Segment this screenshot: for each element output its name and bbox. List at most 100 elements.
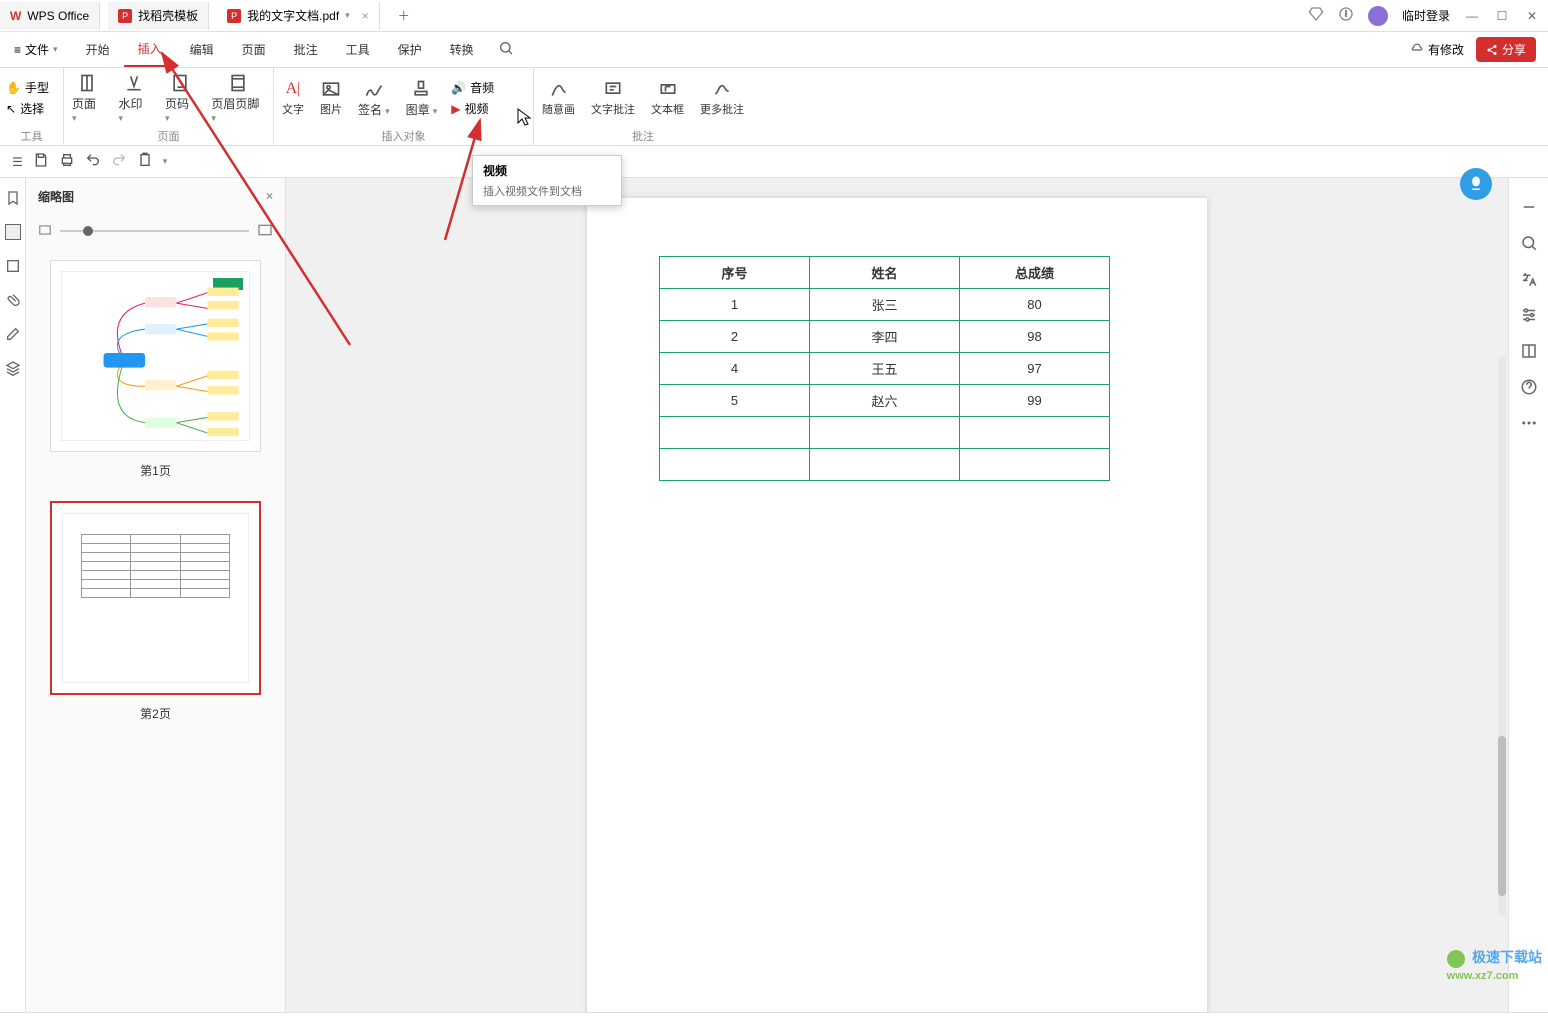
thumb-label-2: 第2页: [50, 705, 261, 722]
panel-zoom: [26, 214, 285, 248]
mindmap-preview: [62, 272, 249, 441]
zoom-out-icon[interactable]: [1520, 198, 1538, 216]
scrollbar-thumb[interactable]: [1498, 736, 1506, 896]
zoom-large-icon[interactable]: [257, 222, 273, 241]
maximize-icon[interactable]: ☐: [1494, 8, 1510, 24]
qat-print-icon[interactable]: [59, 152, 75, 171]
bookmark-icon[interactable]: [5, 190, 21, 206]
status-bar: ⟨ ⇤ ‹ › ⇥ ⊕ ⊖ ▾ − 70% + ⚙: [0, 1012, 1548, 1016]
more-annot-button[interactable]: 更多批注: [692, 68, 752, 128]
help-icon[interactable]: i: [1338, 6, 1354, 25]
textannot-button[interactable]: 文字批注: [583, 68, 643, 128]
watermark-url: www.xz7.com: [1447, 970, 1519, 982]
menu-tabs: 开始 插入 编辑 页面 批注 工具 保护 转换: [72, 32, 488, 67]
tab-page[interactable]: 页面: [228, 32, 280, 67]
table-header: 序号: [660, 257, 810, 289]
layers-icon[interactable]: [5, 360, 21, 376]
table-row: 2李四98: [660, 321, 1110, 353]
tooltip-title: 视频: [483, 162, 611, 179]
tab-edit[interactable]: 编辑: [176, 32, 228, 67]
ai-fab-button[interactable]: [1460, 168, 1492, 200]
file-menu[interactable]: ≡ 文件 ▾: [0, 32, 72, 67]
tab-label: 我的文字文档.pdf: [247, 7, 339, 24]
media-buttons: 🔊音频 ▶视频: [445, 68, 500, 128]
sync-status[interactable]: 有修改: [1410, 41, 1464, 58]
cursor-icon: [516, 107, 532, 127]
stamp-button[interactable]: 图章 ▾: [398, 68, 446, 128]
edit-icon[interactable]: [5, 326, 21, 342]
tab-convert[interactable]: 转换: [436, 32, 488, 67]
close-tab-icon[interactable]: ×: [362, 9, 369, 23]
thumb-table-preview: [81, 534, 230, 598]
qat-undo-icon[interactable]: [85, 152, 101, 171]
panel-close-icon[interactable]: ×: [266, 189, 273, 203]
sync-label: 有修改: [1428, 41, 1464, 58]
thumbnail-icon[interactable]: [5, 224, 21, 240]
qat-clipboard-icon[interactable]: [137, 152, 153, 171]
share-label: 分享: [1502, 41, 1526, 58]
qat-redo-icon[interactable]: [111, 152, 127, 171]
help-icon[interactable]: [1520, 378, 1538, 396]
close-icon[interactable]: ✕: [1524, 8, 1540, 24]
canvas[interactable]: 序号 姓名 总成绩 1张三80 2李四98 4王五97 5赵六99: [286, 178, 1508, 1012]
title-right: i 临时登录 — ☐ ✕: [1308, 6, 1540, 26]
tab-annotate[interactable]: 批注: [280, 32, 332, 67]
file-label: 文件: [25, 41, 49, 58]
chevron-down-icon[interactable]: ▾: [345, 10, 350, 21]
panel-header: 缩略图 ×: [26, 178, 285, 214]
search-icon[interactable]: [1520, 234, 1538, 252]
qat-more-icon[interactable]: ▾: [163, 156, 168, 167]
video-button[interactable]: ▶视频: [451, 100, 494, 117]
hand-tool-button[interactable]: ✋手型: [6, 79, 49, 96]
menu-search-icon[interactable]: [488, 40, 524, 59]
wps-logo-icon: W: [10, 9, 21, 23]
select-tool-button[interactable]: ↖选择: [6, 100, 49, 117]
attach-icon[interactable]: [5, 292, 21, 308]
diamond-icon[interactable]: [1308, 6, 1324, 25]
group-label: 页面: [64, 128, 273, 145]
outline-icon[interactable]: [5, 258, 21, 274]
read-icon[interactable]: [1520, 342, 1538, 360]
zoom-slider[interactable]: [60, 230, 249, 232]
tab-insert[interactable]: 插入: [124, 32, 176, 67]
headerfooter-button[interactable]: 页眉页脚 ▾: [203, 68, 273, 128]
qat-save-icon[interactable]: [33, 152, 49, 171]
panel-title: 缩略图: [38, 188, 74, 205]
text-button[interactable]: A|文字: [274, 68, 312, 128]
svg-text:i: i: [1345, 10, 1347, 19]
page-2: 序号 姓名 总成绩 1张三80 2李四98 4王五97 5赵六99: [587, 198, 1207, 1012]
pagenum-button[interactable]: 页码 ▾: [157, 68, 203, 128]
textbox-button[interactable]: 文本框: [643, 68, 692, 128]
sign-button[interactable]: 签名 ▾: [350, 68, 398, 128]
freedraw-button[interactable]: 随意画: [534, 68, 583, 128]
thumbnail-panel: 缩略图 ×: [26, 178, 286, 1012]
app-tab-template[interactable]: P 找稻壳模板: [108, 2, 209, 30]
more-icon[interactable]: [1520, 414, 1538, 432]
minimize-icon[interactable]: —: [1464, 8, 1480, 24]
watermark-logo-icon: [1447, 950, 1465, 968]
settings-icon[interactable]: [1520, 306, 1538, 324]
tab-start[interactable]: 开始: [72, 32, 124, 67]
page-button[interactable]: 页面 ▾: [64, 68, 110, 128]
watermark-button[interactable]: 水印 ▾: [110, 68, 156, 128]
thumbnail-page-1[interactable]: [50, 260, 261, 452]
tab-tools[interactable]: 工具: [332, 32, 384, 67]
thumbnail-page-2[interactable]: [50, 501, 261, 695]
audio-button[interactable]: 🔊音频: [451, 79, 494, 96]
document-table: 序号 姓名 总成绩 1张三80 2李四98 4王五97 5赵六99: [659, 256, 1110, 481]
share-button[interactable]: 分享: [1476, 37, 1536, 62]
qat-menu-icon[interactable]: ☰: [12, 155, 23, 169]
app-tab-document[interactable]: P 我的文字文档.pdf ▾ ×: [217, 2, 380, 30]
new-tab-button[interactable]: ＋: [388, 7, 420, 24]
username[interactable]: 临时登录: [1402, 7, 1450, 24]
app-tab-wps[interactable]: W WPS Office: [0, 2, 100, 30]
table-header: 总成绩: [960, 257, 1110, 289]
translate-icon[interactable]: [1520, 270, 1538, 288]
tab-protect[interactable]: 保护: [384, 32, 436, 67]
vertical-scrollbar[interactable]: [1498, 356, 1506, 916]
avatar[interactable]: [1368, 6, 1388, 26]
zoom-thumb[interactable]: [83, 226, 93, 236]
image-button[interactable]: 图片: [312, 68, 350, 128]
zoom-small-icon[interactable]: [38, 223, 52, 240]
table-row: 1张三80: [660, 289, 1110, 321]
